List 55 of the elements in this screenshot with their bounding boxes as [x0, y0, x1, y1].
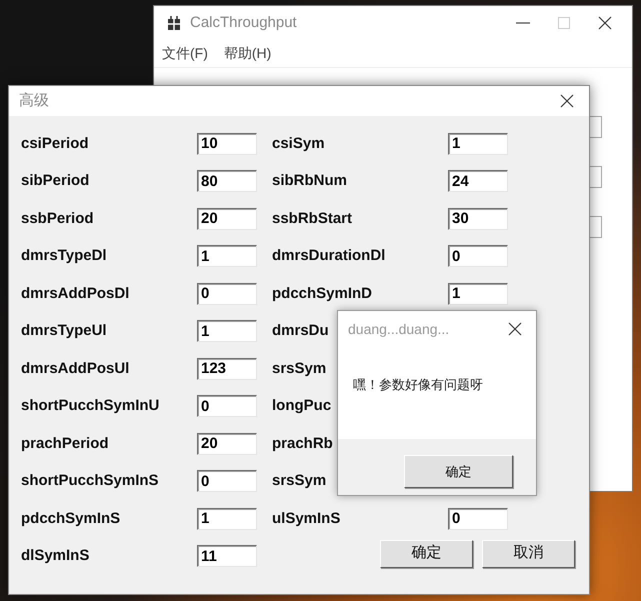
- menu-item[interactable]: 帮助(H): [224, 43, 272, 64]
- close-icon[interactable]: [560, 94, 574, 108]
- input-field[interactable]: 0: [197, 282, 257, 305]
- input-field[interactable]: 11: [197, 545, 257, 568]
- field-label: dmrsAddPosUl: [21, 360, 130, 377]
- field-label: srsSym: [272, 360, 326, 377]
- input-field[interactable]: 0: [197, 395, 257, 418]
- dialog-title: 高级: [19, 90, 49, 111]
- window-title: CalcThroughput: [190, 12, 297, 33]
- field-label: sibRbNum: [272, 172, 347, 190]
- close-icon[interactable]: [508, 322, 522, 336]
- input-field[interactable]: 24: [448, 170, 508, 192]
- field-label: sibPeriod: [21, 172, 90, 190]
- dialog-button[interactable]: 取消: [482, 540, 575, 568]
- field-label: dmrsTypeUl: [21, 322, 107, 340]
- input-field[interactable]: 20: [197, 208, 257, 230]
- menu-item[interactable]: 文件(F): [162, 43, 208, 64]
- input-field[interactable]: 0: [197, 470, 257, 492]
- field-label: csiSym: [272, 134, 325, 152]
- input-field[interactable]: 1: [448, 132, 508, 155]
- field-label: pdcchSymInS: [21, 510, 120, 527]
- field-label: dmrsAddPosDl: [21, 284, 130, 302]
- field-label: ulSymInS: [272, 510, 340, 527]
- input-field[interactable]: 30: [448, 208, 508, 230]
- input-field[interactable]: 1: [197, 508, 257, 530]
- field-label: pdcchSymInD: [272, 284, 372, 302]
- message-title: duang...duang...: [348, 320, 450, 339]
- field-label: longPuc: [272, 397, 332, 414]
- input-field[interactable]: 1: [448, 282, 508, 305]
- field-label: dmrsDurationDl: [272, 247, 386, 264]
- app-icon: [166, 15, 182, 31]
- field-label: ssbRbStart: [272, 210, 352, 227]
- field-label: ssbPeriod: [21, 210, 94, 227]
- field-label: dmrsDu: [272, 322, 329, 340]
- field-label: dlSymInS: [21, 547, 90, 564]
- dialog-button[interactable]: 确定: [380, 540, 473, 568]
- input-field[interactable]: 1: [197, 245, 257, 268]
- field-label: srsSym: [272, 472, 326, 490]
- input-field[interactable]: 1: [197, 320, 257, 342]
- field-label: shortPucchSymInS: [21, 472, 159, 490]
- input-field[interactable]: 80: [197, 170, 257, 192]
- field-label: dmrsTypeDl: [21, 247, 107, 264]
- input-field[interactable]: 10: [197, 132, 257, 155]
- ok-button[interactable]: 确定: [404, 455, 513, 488]
- input-field[interactable]: 0: [448, 508, 508, 530]
- input-field[interactable]: 0: [448, 245, 508, 268]
- field-label: prachPeriod: [21, 434, 109, 452]
- close-icon[interactable]: [598, 16, 612, 30]
- minimize-icon[interactable]: [516, 22, 530, 24]
- field-label: shortPucchSymInU: [21, 397, 160, 414]
- message-text: 嘿！参数好像有问题呀: [353, 376, 484, 394]
- field-label: prachRb: [272, 434, 333, 452]
- input-field[interactable]: 20: [197, 432, 257, 455]
- input-field[interactable]: 123: [197, 358, 257, 380]
- field-label: csiPeriod: [21, 134, 89, 152]
